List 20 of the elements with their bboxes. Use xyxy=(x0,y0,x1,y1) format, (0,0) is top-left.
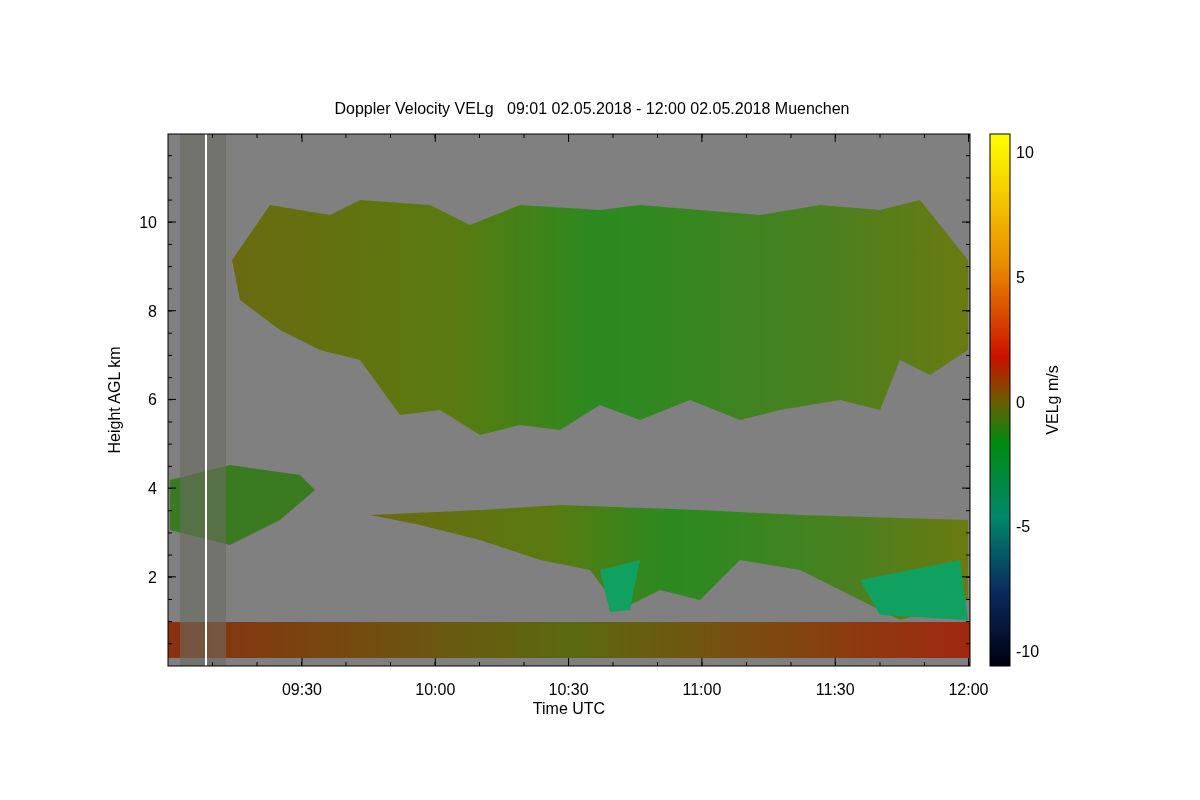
time-tick-label: 12:00 xyxy=(948,681,989,698)
time-tick-label: 09:30 xyxy=(282,681,322,698)
time-tick-label: 11:30 xyxy=(815,681,855,698)
colorbar-tick-label: -5 xyxy=(1016,518,1031,536)
height-tick-label: 8 xyxy=(148,302,157,320)
colorbar-tick-label: 5 xyxy=(1016,268,1025,286)
colorbar-tick-label: 10 xyxy=(1016,144,1034,161)
colorbar-tick-label: -10 xyxy=(1016,643,1040,661)
height-tick-label: 6 xyxy=(148,391,157,409)
height-tick-label: 4 xyxy=(148,480,157,498)
time-axis-label: Time UTC xyxy=(532,700,606,717)
time-tick-label: 10:00 xyxy=(415,681,456,698)
time-tick-label: 11:00 xyxy=(682,681,722,698)
height-tick-label: 2 xyxy=(148,568,157,586)
colorbar-tick-label: 0 xyxy=(1016,393,1025,411)
colorbar-label: VELg m/s xyxy=(1044,365,1061,435)
height-tick-label: 10 xyxy=(139,214,157,231)
time-tick-label: 10:30 xyxy=(548,681,589,698)
height-axis-label: Height AGL km xyxy=(106,346,123,454)
chart-title: Doppler Velocity VELg 09:01 02.05.2018 - 12:00 02.05.2018 Muenchen xyxy=(334,100,850,117)
